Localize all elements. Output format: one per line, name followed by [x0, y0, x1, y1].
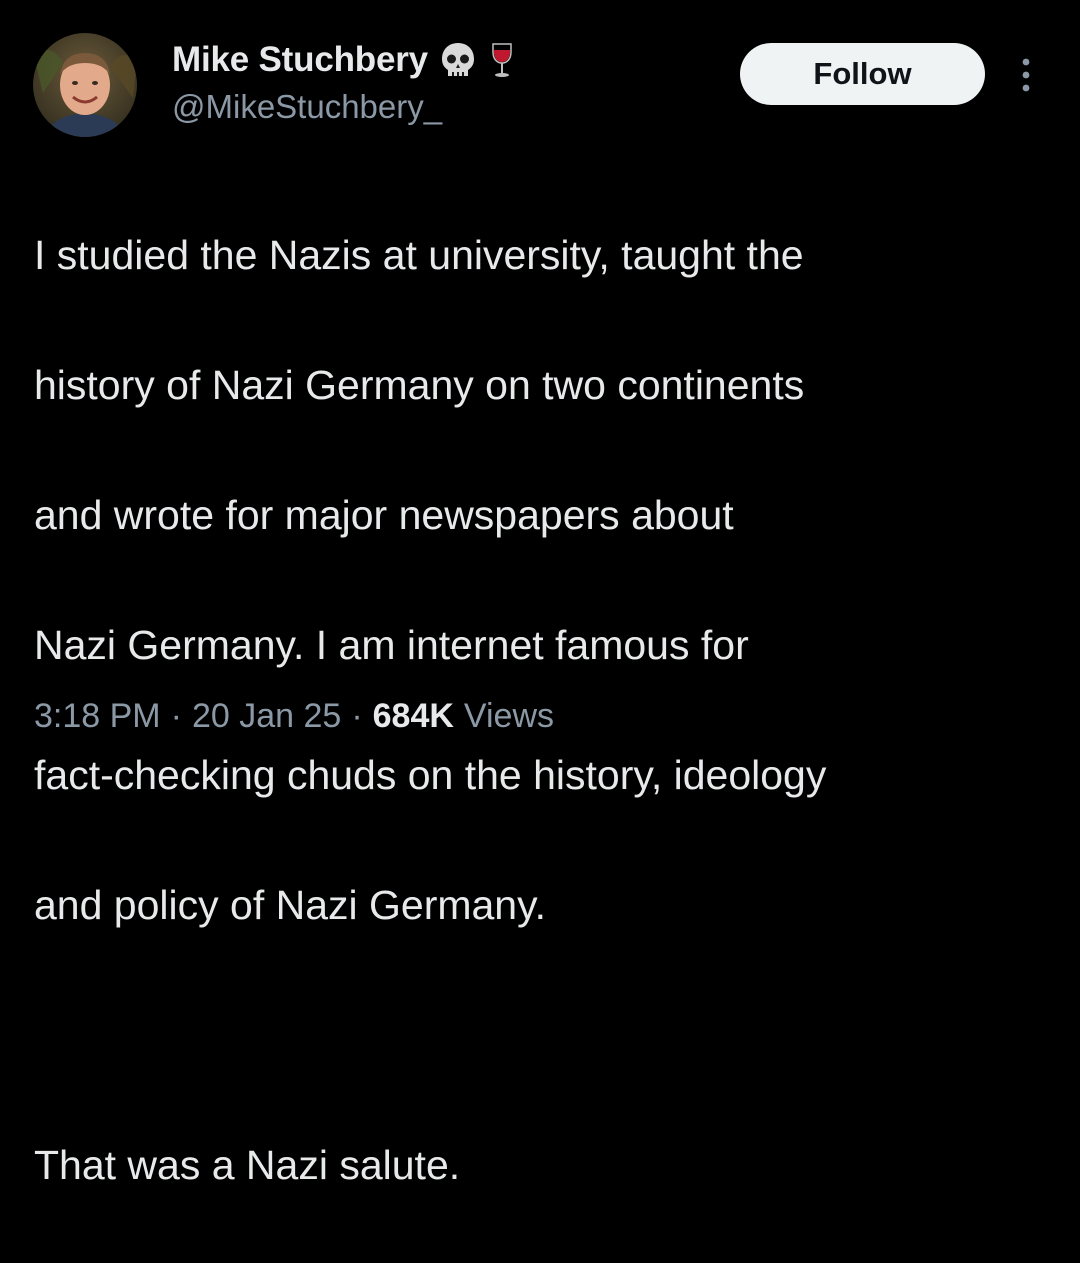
author-handle[interactable]: @MikeStuchbery_ [172, 88, 442, 126]
more-vertical-icon[interactable] [1012, 54, 1040, 96]
follow-button[interactable]: Follow [740, 43, 985, 105]
skull-icon [438, 40, 478, 80]
tweet-meta: 3:18 PM · 20 Jan 25 · 684K Views [34, 697, 554, 736]
tweet-text-line: Nazi Germany. I am internet famous for [34, 622, 749, 668]
avatar-photo [33, 33, 137, 137]
views-label[interactable]: Views [464, 697, 554, 736]
tweet-card: Mike Stuchbery @MikeStuchbery_ Follow I … [0, 0, 1080, 1188]
display-name[interactable]: Mike Stuchbery [172, 40, 428, 80]
tweet-text-line: history of Nazi Germany on two continent… [34, 362, 805, 408]
tweet-date[interactable]: 20 Jan 25 [192, 697, 341, 736]
tweet-closing-line: That was a Nazi salute. [34, 1142, 461, 1188]
tweet-text-line: and policy of Nazi Germany. [34, 882, 546, 928]
author-name-row[interactable]: Mike Stuchbery [172, 38, 522, 82]
tweet-time[interactable]: 3:18 PM [34, 697, 161, 736]
wine-glass-icon [482, 40, 522, 80]
paragraph-break [34, 1003, 1064, 1068]
views-count[interactable]: 684K [373, 697, 454, 736]
meta-separator: · [351, 697, 363, 735]
tweet-text-line: I studied the Nazis at university, taugh… [34, 232, 804, 278]
avatar[interactable] [33, 33, 137, 137]
tweet-text-line: and wrote for major newspapers about [34, 492, 734, 538]
meta-separator: · [170, 697, 182, 735]
tweet-text-line: fact-checking chuds on the history, ideo… [34, 752, 827, 798]
